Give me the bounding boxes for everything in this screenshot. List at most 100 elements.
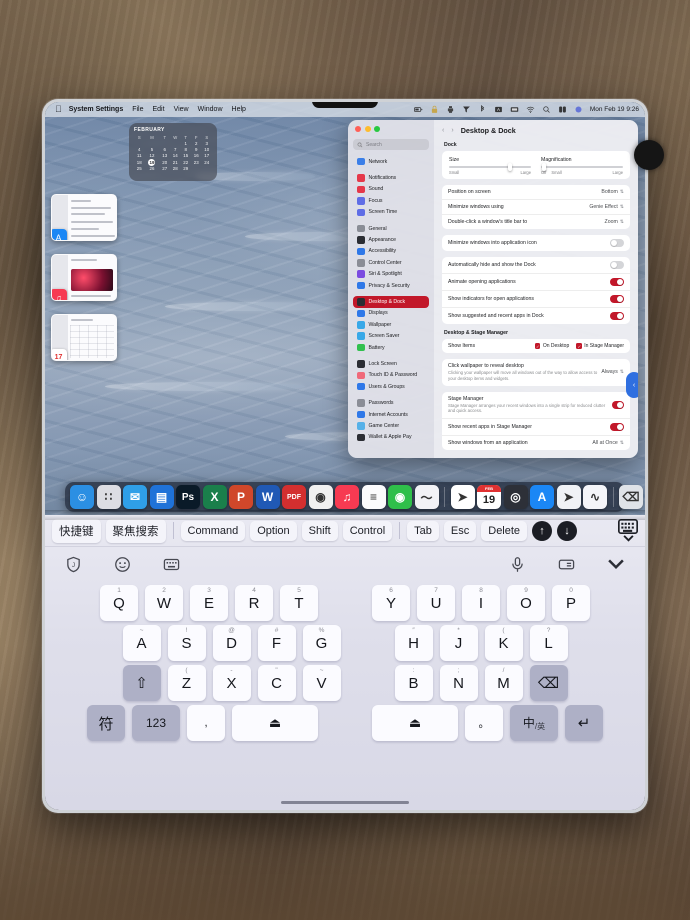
shortcut-chip-hotkeys[interactable]: 快捷键 [52, 518, 101, 543]
checkbox-on-desktop[interactable]: ✓ On Desktop [534, 343, 569, 349]
toggle-switch[interactable] [610, 312, 624, 320]
settings-row-minimize-windows-using[interactable]: Minimize windows using Genie Effect ⇅ [442, 200, 630, 215]
sidebar-item-battery[interactable]: Battery [353, 342, 429, 353]
key-v[interactable]: ~ V [302, 665, 341, 701]
music-icon[interactable]: ♫ [335, 485, 359, 509]
sidebar-item-displays[interactable]: Displays [353, 308, 429, 319]
menu-bar-clock[interactable]: Mon Feb 19 9:26 [590, 106, 639, 113]
settings-row-position-on-screen[interactable]: Position on screen Bottom ⇅ [442, 185, 630, 200]
period-key[interactable]: 。 [465, 705, 503, 741]
sidebar-item-touch-id-password[interactable]: Touch ID & Password [353, 370, 429, 381]
app-store-icon[interactable]: A [530, 485, 554, 509]
keyboard-input-icon[interactable]: A [494, 105, 503, 114]
key-f[interactable]: # F [257, 625, 296, 661]
menu-bar-status-area[interactable]: A Mon Feb 19 9:26 [413, 105, 639, 114]
mail-icon[interactable]: ✉ [123, 485, 147, 509]
settings-row-show-indicators-for-open-applications[interactable]: Show indicators for open applications [442, 291, 630, 308]
keyboard-tool-bar[interactable]: J [45, 547, 645, 581]
key-command[interactable]: Command [180, 520, 246, 541]
dock-size-slider[interactable]: Size Small Large [449, 157, 531, 175]
launchpad-icon[interactable]: ∷ [96, 485, 121, 509]
dock-toggle-rows-card[interactable]: Automatically hide and show the Dock Anim… [442, 257, 630, 324]
sidebar-item-game-center[interactable]: Game Center [353, 420, 429, 431]
sidebar-item-wallpaper[interactable]: Wallpaper [353, 319, 429, 330]
stage-window-app-store[interactable]: A [51, 194, 117, 241]
key-tab[interactable]: Tab [407, 520, 439, 541]
key-delete[interactable]: Delete [481, 520, 528, 541]
sidebar-item-users-groups[interactable]: Users & Groups [353, 381, 429, 392]
wifi-icon[interactable] [526, 105, 535, 114]
menu-item-system-settings[interactable]: System Settings [69, 106, 123, 113]
menu-item-file[interactable]: File [132, 106, 143, 113]
settings-row-minimize-windows-into-application-icon[interactable]: Minimize windows into application icon [442, 235, 630, 251]
dock-magnification-track[interactable] [541, 163, 623, 171]
chrome-icon[interactable]: ◉ [308, 485, 333, 509]
stage-window-music[interactable]: ♫ [51, 254, 117, 301]
reminders-icon[interactable]: ≡ [361, 485, 386, 509]
excel-icon[interactable]: X [202, 485, 227, 509]
toggle-switch[interactable] [610, 295, 624, 303]
calendar-icon[interactable]: FEB 19 [477, 485, 501, 509]
chevron-left-icon[interactable]: ‹ [442, 127, 444, 134]
key-h[interactable]: ″ H [394, 625, 433, 661]
key-u[interactable]: 7U [417, 585, 455, 621]
close-button[interactable] [355, 126, 361, 132]
bluetooth-icon[interactable] [478, 105, 487, 114]
toggle-switch[interactable] [610, 423, 624, 432]
cleanmymac-icon[interactable] [462, 105, 471, 114]
emoji-icon[interactable] [114, 556, 131, 573]
settings-search-input[interactable]: Search [353, 139, 429, 150]
key-control[interactable]: Control [342, 520, 393, 541]
music-icon[interactable]: ♫ [52, 289, 67, 300]
dock-sliders-card[interactable]: Size Small Large Magnification Off Small… [442, 151, 630, 179]
key-s[interactable]: ! S [167, 625, 206, 661]
key-y[interactable]: 6Y [372, 585, 410, 621]
key-esc[interactable]: Esc [443, 520, 477, 541]
sidebar-item-general[interactable]: General [353, 223, 429, 234]
key-n[interactable]: ; N [439, 665, 478, 701]
key-shift[interactable]: Shift [301, 520, 338, 541]
comma-key[interactable]: , [187, 705, 225, 741]
sidebar-item-lock-screen[interactable]: Lock Screen [353, 358, 429, 369]
key-b[interactable]: :B [394, 665, 433, 701]
stage-window-calendar[interactable]: 17 [51, 314, 117, 361]
sidebar-item-network[interactable]: Network [353, 156, 429, 167]
control-center-icon[interactable] [558, 105, 567, 114]
safari-icon[interactable]: ➤ [556, 485, 581, 509]
menu-item-edit[interactable]: Edit [153, 106, 165, 113]
sidebar-item-privacy-security[interactable]: Privacy & Security [353, 280, 429, 291]
macos-dock[interactable]: ☺ ∷ ✉ ▤ Ps X P W PDF ◉ ♫ ≡ ◉ 〜 ➤ FEB 19 ◎ A ➤ ∿ ⌫ [65, 482, 643, 512]
popup-button[interactable]: Zoom ⇅ [605, 219, 624, 225]
scroll-indicator-pill[interactable]: ‹ [626, 372, 638, 398]
calendar-icon[interactable]: 17 [52, 349, 67, 360]
key-z[interactable]: (Z [167, 665, 206, 701]
popup-button[interactable]: Bottom ⇅ [601, 189, 624, 195]
settings-main-pane[interactable]: ‹ › Desktop & Dock Dock Size Small Large… [434, 120, 638, 458]
return-key[interactable]: ↵ [565, 705, 603, 741]
shortcut-chip-spotlight[interactable]: 聚焦搜索 [105, 518, 166, 543]
key-q[interactable]: 1Q [100, 585, 138, 621]
show-items-checkboxes[interactable]: ✓ On Desktop ✓ In Stage Manager [534, 343, 624, 349]
key-x[interactable]: -X [212, 665, 251, 701]
pdf-icon[interactable]: PDF [282, 485, 306, 509]
photoshop-icon[interactable]: Ps [176, 485, 200, 509]
sidebar-item-screen-saver[interactable]: Screen Saver [353, 330, 429, 341]
chevron-down-icon[interactable] [607, 558, 625, 570]
menu-item-window[interactable]: Window [198, 106, 223, 113]
trash-icon[interactable]: ⌫ [619, 485, 643, 509]
toggle-switch[interactable] [610, 261, 624, 269]
arrow-down-icon[interactable]: ↓ [557, 520, 578, 541]
backspace-key[interactable]: ⌫ [529, 665, 568, 701]
settings-row-click-wallpaper-to-reveal-desktop[interactable]: Click wallpaper to reveal desktop Clickin… [442, 359, 630, 386]
key-p[interactable]: 0P [552, 585, 590, 621]
settings-row-automatically-hide-and-show-the-dock[interactable]: Automatically hide and show the Dock [442, 257, 630, 274]
dock-minimize-card[interactable]: Minimize windows into application icon [442, 235, 630, 251]
app-store-icon[interactable]: A [52, 229, 67, 240]
key-a[interactable]: ~ A [122, 625, 161, 661]
keyboard-icon[interactable] [163, 556, 180, 573]
key-l[interactable]: ? L [529, 625, 568, 661]
sidebar-item-control-center[interactable]: Control Center [353, 257, 429, 268]
shift-key[interactable]: ⇧ [122, 665, 161, 701]
printer-icon[interactable] [446, 105, 455, 114]
sidebar-item-appearance[interactable]: Appearance [353, 234, 429, 245]
